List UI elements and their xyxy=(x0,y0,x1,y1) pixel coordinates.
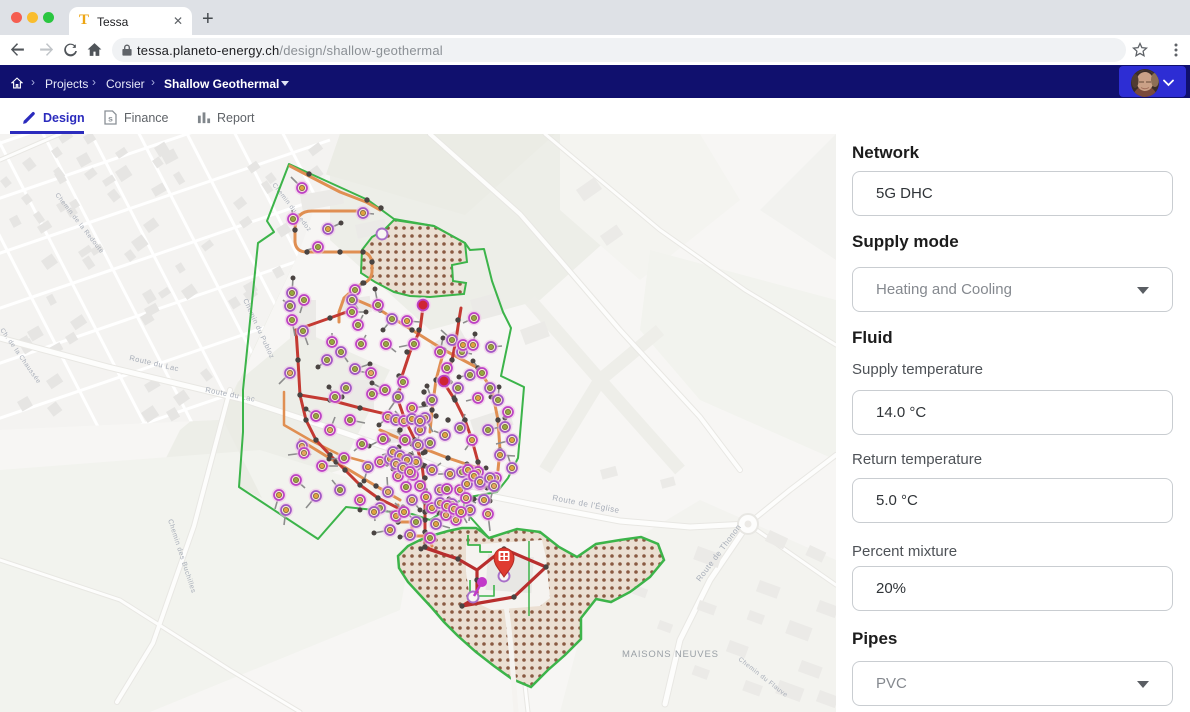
svg-text:MAISONS NEUVES: MAISONS NEUVES xyxy=(622,649,719,660)
svg-text:s: s xyxy=(108,114,113,124)
